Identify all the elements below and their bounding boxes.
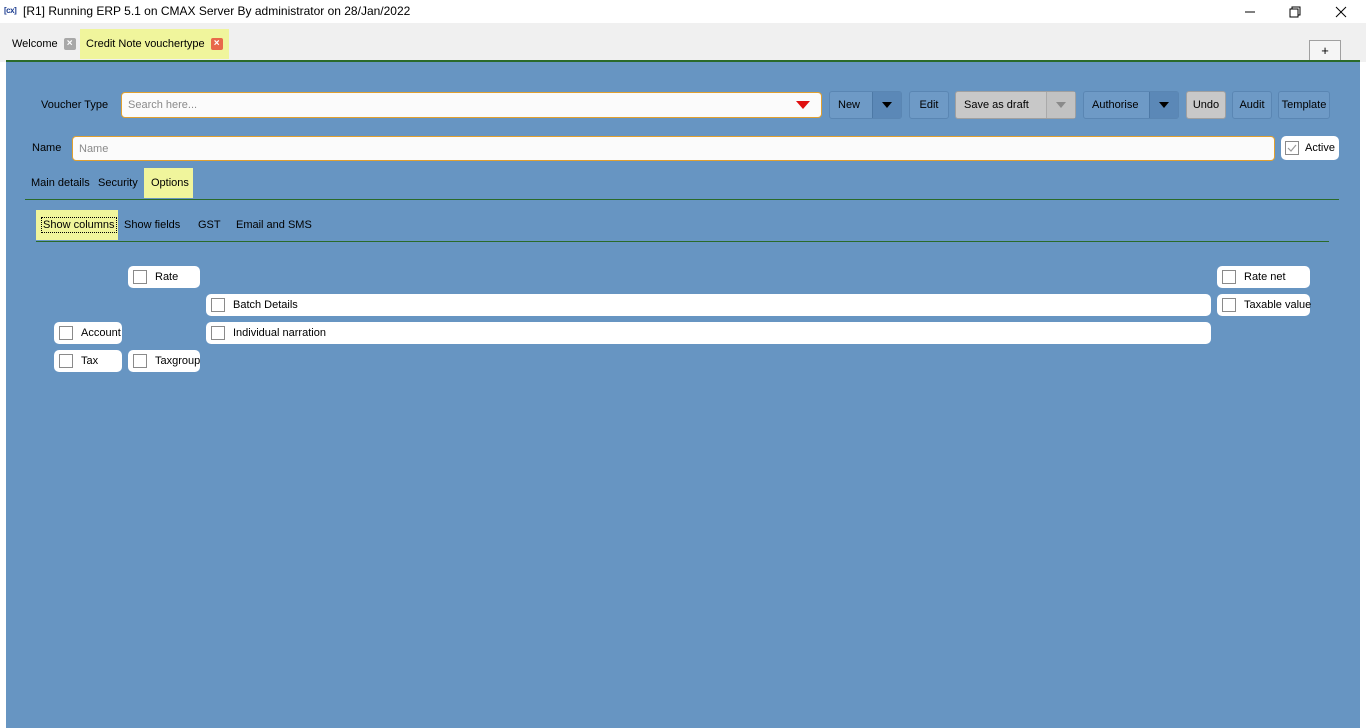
subtab-show-columns[interactable]: Show columns [36, 210, 118, 240]
checkbox-icon [133, 354, 147, 368]
subtab-show-fields[interactable]: Show fields [117, 210, 187, 240]
new-dropdown-toggle[interactable] [872, 92, 901, 118]
save-as-draft-button[interactable]: Save as draft [955, 91, 1076, 119]
undo-button[interactable]: Undo [1186, 91, 1226, 119]
tab-welcome[interactable]: Welcome × [6, 29, 82, 59]
checkbox-icon [1222, 270, 1236, 284]
window-title: [R1] Running ERP 5.1 on CMAX Server By a… [23, 4, 411, 18]
checkbox-taxable-value[interactable]: Taxable value [1217, 294, 1312, 316]
active-label: Active [1305, 142, 1335, 154]
name-label: Name [32, 142, 62, 154]
checkbox-label: Rate [155, 271, 179, 283]
voucher-type-search[interactable]: Search here... [121, 92, 822, 118]
app-icon: [cx] [4, 6, 17, 15]
restore-icon[interactable] [1272, 0, 1318, 23]
minimize-icon[interactable] [1227, 0, 1273, 23]
chevron-down-icon [882, 102, 892, 108]
checkbox-icon [211, 326, 225, 340]
tab-options[interactable]: Options [144, 168, 193, 198]
close-icon[interactable] [1318, 0, 1364, 23]
dropdown-arrow-icon[interactable] [796, 101, 810, 109]
chevron-down-icon [1159, 102, 1169, 108]
name-field[interactable]: Name [72, 136, 1275, 161]
checkbox-taxgroup[interactable]: Taxgroup [128, 350, 200, 372]
subtab-gst[interactable]: GST [191, 210, 228, 240]
search-placeholder: Search here... [128, 99, 198, 111]
checkbox-icon [1222, 298, 1236, 312]
authorise-button[interactable]: Authorise [1083, 91, 1179, 119]
checkbox-label: Taxgroup [155, 355, 201, 367]
checkbox-rate-net[interactable]: Rate net [1217, 266, 1310, 288]
tab-label: Welcome [12, 38, 58, 50]
audit-button[interactable]: Audit [1232, 91, 1272, 119]
authorise-dropdown-toggle[interactable] [1149, 92, 1178, 118]
checkbox-batch-details[interactable]: Batch Details [206, 294, 1211, 316]
template-button[interactable]: Template [1278, 91, 1330, 119]
save-draft-label: Save as draft [964, 99, 1029, 111]
checkbox-icon [59, 326, 73, 340]
template-label: Template [1281, 99, 1327, 111]
audit-label: Audit [1239, 99, 1265, 111]
authorise-label: Authorise [1092, 99, 1139, 111]
checkbox-icon [59, 354, 73, 368]
divider [36, 241, 1329, 242]
voucher-type-label: Voucher Type [41, 99, 109, 111]
divider [25, 199, 1339, 200]
checkbox-label: Individual narration [233, 327, 326, 339]
save-draft-dropdown-toggle[interactable] [1046, 92, 1075, 118]
subtab-email-sms[interactable]: Email and SMS [229, 210, 319, 240]
edit-button[interactable]: Edit [909, 91, 949, 119]
new-button[interactable]: New [829, 91, 902, 119]
chevron-down-icon [1056, 102, 1066, 108]
checkbox-rate[interactable]: Rate [128, 266, 200, 288]
checkbox-label: Account [81, 327, 121, 339]
title-bar: [cx] [R1] Running ERP 5.1 on CMAX Server… [0, 0, 1366, 23]
checkbox-label: Rate net [1244, 271, 1286, 283]
checkbox-label: Tax [81, 355, 99, 367]
checkbox-label: Taxable value [1244, 299, 1312, 311]
checkbox-tax[interactable]: Tax [54, 350, 122, 372]
checkbox-account[interactable]: Account [54, 322, 122, 344]
subtab-label: Show columns [41, 217, 117, 233]
tab-main-details[interactable]: Main details [24, 168, 97, 198]
tab-label: Credit Note vouchertype [86, 38, 205, 50]
tab-security[interactable]: Security [91, 168, 145, 198]
tab-credit-note-vouchertype[interactable]: Credit Note vouchertype × [80, 29, 229, 59]
new-button-label: New [838, 99, 861, 111]
add-tab-button[interactable]: + [1309, 40, 1341, 61]
edit-button-label: Edit [919, 99, 939, 111]
checkbox-label: Batch Details [233, 299, 298, 311]
checkbox-icon [211, 298, 225, 312]
name-placeholder: Name [79, 142, 109, 155]
undo-label: Undo [1192, 99, 1220, 111]
checkbox-individual-narration[interactable]: Individual narration [206, 322, 1211, 344]
check-icon [1285, 141, 1299, 155]
close-icon[interactable]: × [210, 38, 223, 50]
active-checkbox[interactable]: Active [1281, 136, 1339, 160]
close-icon[interactable]: × [63, 38, 76, 50]
checkbox-icon [133, 270, 147, 284]
